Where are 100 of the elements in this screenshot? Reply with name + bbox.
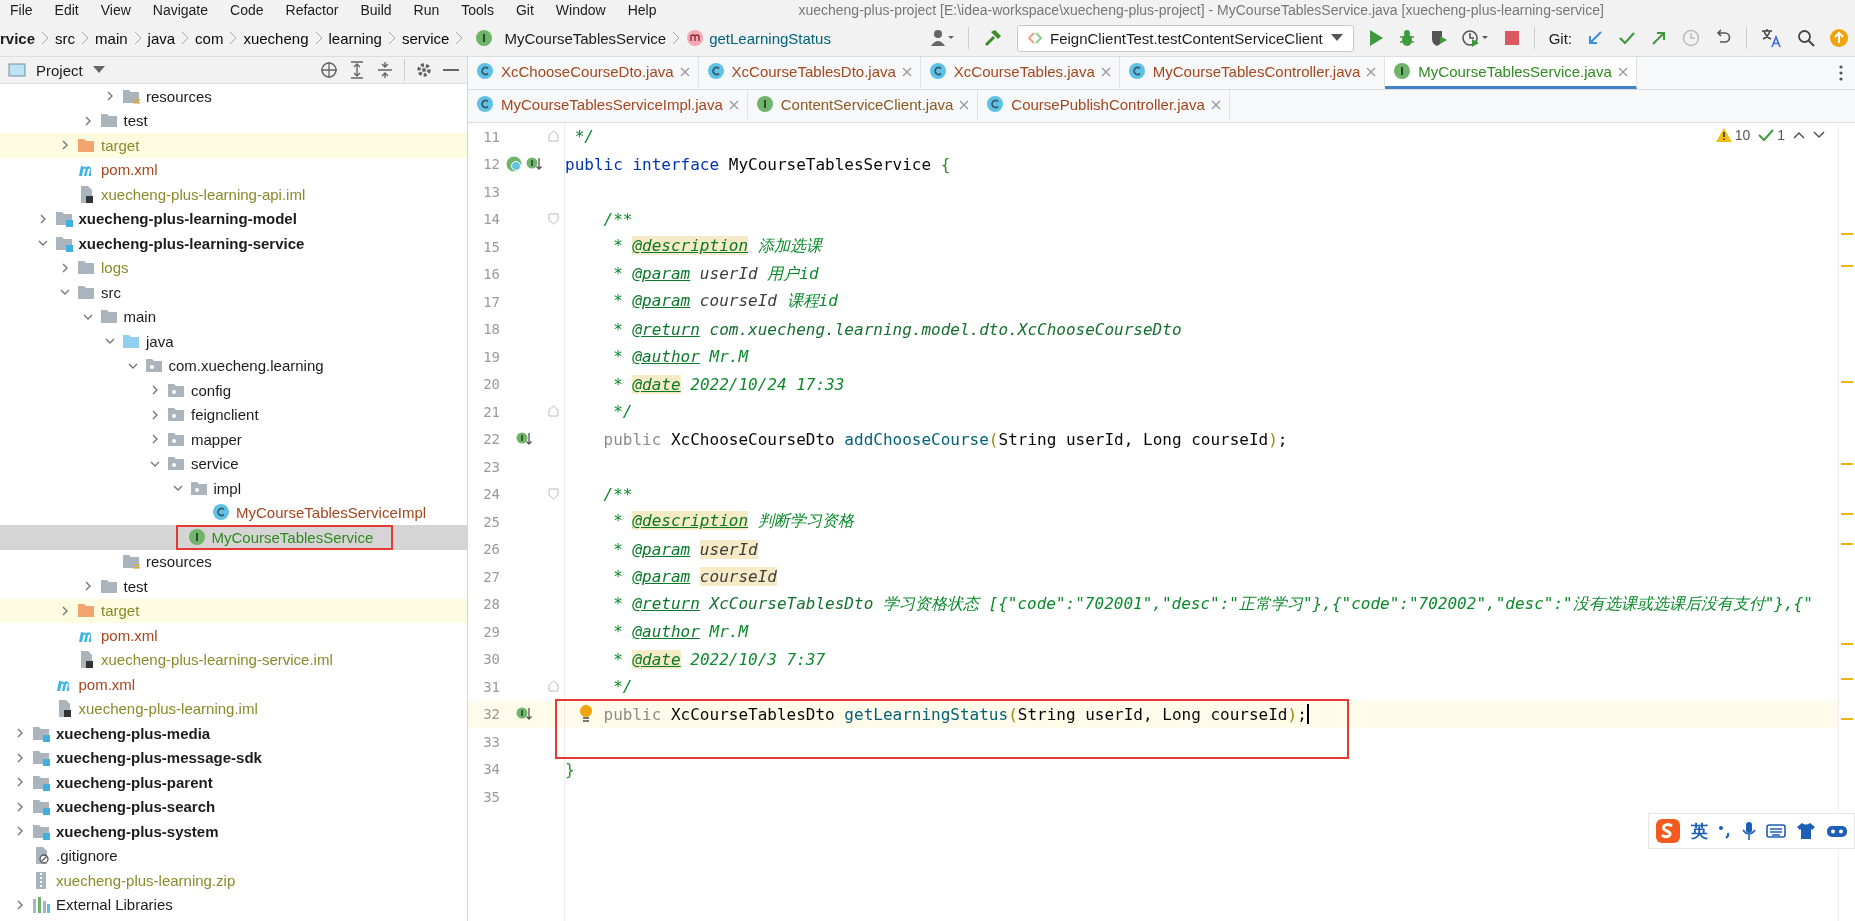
breadcrumb-item[interactable]: com [195,29,224,47]
tree-item[interactable]: resources [146,553,212,571]
breadcrumb-item[interactable]: src [55,29,76,47]
tree-item[interactable]: xuecheng-plus-learning-model [78,210,297,228]
git-label: Git: [1548,29,1572,47]
tree-item[interactable]: service [191,455,239,473]
code-line: /** [603,484,633,504]
excluded-row[interactable]: target [0,133,467,158]
line-number: 31 [482,678,500,695]
line-number: 19 [482,348,500,365]
tree-item[interactable]: xuecheng-plus-search [56,798,216,816]
line-number: 15 [482,238,500,255]
code-line: * @param courseId [613,567,777,587]
code-line: * @return com.xuecheng.learning.model.dto.XcChooseCourseDto [613,319,1182,339]
code-line: * @param courseId 课程id [613,291,838,313]
line-number: 30 [482,651,500,668]
breadcrumb-item[interactable]: service [401,29,450,47]
code-line: } [565,759,575,779]
tree-item[interactable]: feignclient [191,406,259,424]
tree-item[interactable]: External Libraries [56,896,173,914]
code-line: public XcChooseCourseDto addChooseCourse(String userId, Long courseId); [603,429,1288,449]
code-line: * @date 2022/10/24 17:33 [613,374,845,394]
tree-item[interactable]: xuecheng-plus-learning.iml [78,700,258,718]
tree-item[interactable]: mapper [191,430,242,448]
tree-item[interactable]: target [101,602,140,620]
tree-item[interactable]: xuecheng-plus-message-sdk [56,749,262,767]
tree-item[interactable]: pom.xml [78,675,136,693]
passed-count: 1 [1777,127,1785,143]
code-line: */ [613,402,633,422]
tree-item[interactable]: config [191,381,232,399]
tree-item[interactable]: xuecheng-plus-media [56,724,211,742]
code-line: */ [613,677,633,697]
tree-item[interactable]: test [123,112,148,130]
line-number: 29 [482,623,500,640]
code-line: * @description 判断学习资格 [613,511,854,533]
tree-item[interactable]: src [101,283,121,301]
run-config-dropdown[interactable]: FeignClientTest.testContentServiceClient [1017,24,1354,52]
line-number: 32 [482,706,500,723]
tree-item[interactable]: test [123,577,148,595]
ime-mode[interactable]: 英 [1691,819,1708,843]
menu-item[interactable]: Code [230,2,264,18]
line-number: 25 [482,513,500,530]
menu-item[interactable]: Help [627,2,657,18]
line-number: 23 [482,458,500,475]
tree-item[interactable]: pom.xml [101,626,158,644]
line-number: 11 [482,128,500,145]
breadcrumb-item[interactable]: learning [328,29,382,47]
code-line: * @author Mr.M [613,347,749,367]
breadcrumb-item[interactable]: main [95,29,128,47]
code-line: public XcCourseTablesDto getLearningStatus(String userId, Long courseId); [603,704,1307,724]
panel-title[interactable]: Project [36,61,83,79]
tree-item[interactable]: java [146,332,174,350]
line-number: 16 [482,266,500,283]
tree-item[interactable]: target [101,136,140,154]
tree-item[interactable]: pom.xml [101,161,158,179]
file-tab[interactable]: MyCourseTablesService.java [1385,57,1637,89]
menu-item[interactable]: Refactor [285,2,339,18]
code-line: * @description 添加选课 [613,236,822,258]
menu-item[interactable]: Edit [54,2,79,18]
tree-item[interactable]: impl [213,479,241,497]
menu-item[interactable]: Window [555,2,606,18]
menu-item[interactable]: Git [515,2,534,18]
window-title: xuecheng-plus-project [E:\idea-workspace\xuecheng-plus-project] - MyCourseTablesService.java [xuecheng-plus-learning-service] [798,2,1604,18]
excluded-row[interactable]: target [0,598,467,623]
warning-count: 10 [1734,127,1751,143]
tree-item[interactable]: xuecheng-plus-parent [56,773,213,791]
tree-item[interactable]: com.xuecheng.learning [168,357,324,375]
breadcrumb-item[interactable]: java [147,29,176,47]
tree-item[interactable]: resources [146,87,212,105]
menu-item[interactable]: Run [413,2,440,18]
menu-item[interactable]: Build [360,2,392,18]
tree-item[interactable]: xuecheng-plus-learning.zip [56,871,236,889]
tree-item[interactable]: logs [101,259,129,277]
tree-item[interactable]: .gitignore [56,847,118,865]
tree-item[interactable]: MyCourseTablesServiceImpl [236,504,427,522]
breadcrumb-item[interactable]: rvice [0,29,36,47]
breadcrumb-item[interactable]: xuecheng [243,29,309,47]
tree-item[interactable]: main [123,308,156,326]
menu-item[interactable]: File [10,2,33,18]
line-number: 13 [482,183,500,200]
tree-item[interactable]: xuecheng-plus-learning-service [78,234,305,252]
menu-item[interactable]: Tools [461,2,494,18]
inspection-widget[interactable]: 10 1 [1715,127,1825,143]
line-number: 22 [482,431,500,448]
tree-item[interactable]: xuecheng-plus-learning-api.iml [101,185,306,203]
line-number: 14 [482,211,500,228]
tree-item[interactable]: xuecheng-plus-learning-service.iml [101,651,333,669]
code-line: public interface MyCourseTablesService { [565,154,951,174]
line-number: 21 [482,403,500,420]
line-number: 35 [482,788,500,805]
line-number: 12 [482,156,500,173]
tree-item[interactable]: xuecheng-plus-system [56,822,219,840]
breadcrumb-item[interactable]: getLearningStatus [709,29,831,47]
line-number: 27 [482,568,500,585]
code-line: * @param userId 用户id [613,263,819,285]
menu-item[interactable]: Navigate [152,2,209,18]
line-number: 20 [482,376,500,393]
menu-item[interactable]: View [100,2,131,18]
code-line: * @author Mr.M [613,622,749,642]
breadcrumb-item[interactable]: MyCourseTablesService [504,29,667,47]
